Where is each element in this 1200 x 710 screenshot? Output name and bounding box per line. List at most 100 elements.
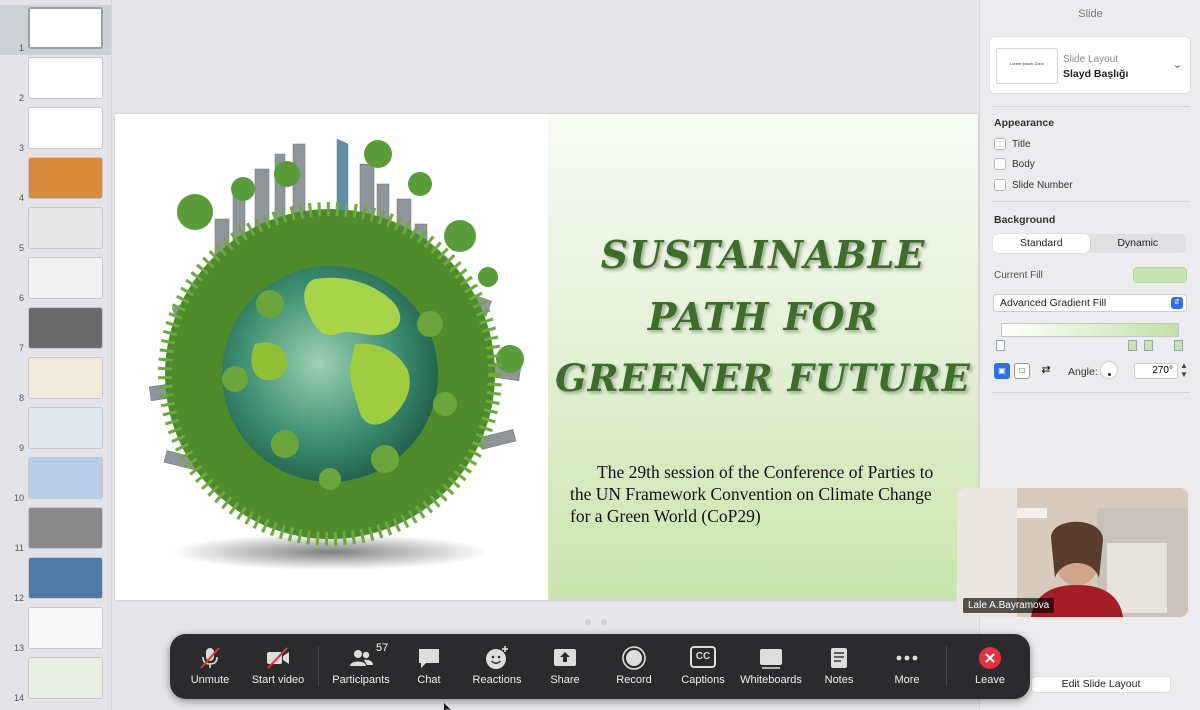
captions-icon: CC (690, 646, 716, 668)
layout-thumbnail: Lorem Ipsum Dolor (996, 48, 1058, 84)
more-dots-icon (896, 655, 918, 661)
close-icon (979, 647, 1001, 669)
body-checkbox-label: Body (1012, 158, 1035, 170)
camera-off-icon (267, 647, 289, 669)
inspector-title: Slide (1078, 8, 1103, 20)
slide-thumbnail-image (28, 607, 103, 649)
slide-thumbnail-image (28, 7, 103, 49)
edit-slide-layout-button[interactable]: Edit Slide Layout (1031, 676, 1171, 693)
slide-subtitle-line-2[interactable]: the UN Framework Convention on Climate C… (570, 484, 960, 505)
gradient-stop-handle[interactable] (1128, 340, 1137, 351)
slide-1[interactable]: SUSTAINABLE PATH FOR GREENER FUTURE The … (115, 114, 978, 600)
slide-thumbnail-image (28, 557, 103, 599)
notes-button[interactable]: Notes (815, 634, 863, 699)
background-label: Background (994, 214, 1056, 226)
slide-thumbnail[interactable]: 13 (0, 605, 111, 655)
checkbox-icon[interactable] (994, 158, 1006, 170)
gradient-stop-handle[interactable] (1144, 340, 1153, 351)
record-label: Record (616, 674, 652, 686)
captions-button[interactable]: CC Captions (675, 634, 731, 699)
slide-title-line-1[interactable]: SUSTAINABLE (548, 232, 978, 277)
angle-field[interactable]: 270° (1134, 363, 1178, 379)
slide-thumbnail[interactable]: 10 (0, 455, 111, 505)
slide-thumbnail[interactable]: 14 (0, 655, 111, 705)
slide-thumbnail[interactable]: 2 (0, 55, 111, 105)
reactions-button[interactable]: Reactions (466, 634, 528, 699)
unmute-label: Unmute (190, 674, 230, 686)
chevron-down-icon[interactable]: ⌄ (1173, 58, 1182, 71)
slide-title-line-3[interactable]: GREENER FUTURE (548, 356, 978, 400)
angle-knob[interactable] (1100, 361, 1118, 379)
slide-layout-picker[interactable]: Lorem Ipsum Dolor Slide Layout Slayd Baş… (989, 36, 1191, 94)
smiley-plus-icon (486, 646, 508, 669)
more-label: More (894, 674, 920, 686)
checkbox-icon[interactable] (994, 138, 1006, 150)
slide-thumbnail[interactable]: 7 (0, 305, 111, 355)
slide-subtitle-line-3[interactable]: for a Green World (CoP29) (570, 506, 960, 527)
stop-color-icon[interactable]: ▣ (994, 363, 1010, 379)
record-button[interactable]: Record (608, 634, 660, 699)
share-button[interactable]: Share (540, 634, 590, 699)
more-button[interactable]: More (883, 634, 931, 699)
unmute-button[interactable]: Unmute (180, 634, 240, 699)
standard-tab[interactable]: Standard (993, 234, 1090, 253)
angle-stepper-icon[interactable]: ▲ ▼ (1180, 361, 1188, 379)
participants-button[interactable]: 57 Participants (325, 634, 397, 699)
leave-button[interactable]: Leave (965, 634, 1015, 699)
slide-thumbnail-image (28, 457, 103, 499)
participant-video-tile[interactable]: Lale A.Bayramova (957, 488, 1188, 617)
slide-layout-value: Slayd Başlığı (1063, 68, 1129, 80)
divider (992, 201, 1190, 202)
divider (992, 392, 1190, 393)
slide-thumbnail-image (28, 157, 103, 199)
slide-thumbnail-image (28, 57, 103, 99)
slide-thumbnail-image (28, 257, 103, 299)
fill-type-select[interactable]: Advanced Gradient Fill ⇵ (993, 294, 1187, 312)
participant-name: Lale A.Bayramova (963, 598, 1055, 613)
slide-thumbnail[interactable]: 11 (0, 505, 111, 555)
background-mode-segmented: Standard Dynamic (993, 234, 1186, 253)
whiteboards-button[interactable]: Whiteboards (737, 634, 805, 699)
chat-button[interactable]: Chat (404, 634, 454, 699)
divider (992, 106, 1190, 107)
gradient-stop-handle[interactable] (1174, 340, 1183, 351)
participants-label: Participants (332, 674, 390, 686)
body-checkbox[interactable]: Body (994, 158, 1035, 170)
swap-icon[interactable]: ⇄ (1038, 363, 1054, 379)
slide-thumbnail[interactable]: 8 (0, 355, 111, 405)
fill-type-value: Advanced Gradient Fill (1000, 297, 1107, 309)
gradient-stop-handle[interactable] (996, 340, 1005, 351)
slide-thumbnail-number: 5 (18, 243, 24, 253)
slide-number-checkbox-label: Slide Number (1012, 179, 1073, 191)
participants-icon (350, 650, 373, 666)
stop-color-icon[interactable]: □ (1014, 363, 1030, 379)
chat-label: Chat (417, 674, 441, 686)
slide-thumbnail[interactable]: 12 (0, 555, 111, 605)
slide-thumbnail[interactable]: 4 (0, 155, 111, 205)
current-fill-swatch[interactable] (1133, 267, 1187, 283)
slide-thumbnail-number: 14 (13, 693, 24, 703)
checkbox-icon[interactable] (994, 179, 1006, 191)
slide-thumbnail[interactable]: 6 (0, 255, 111, 305)
slide-thumbnail-image (28, 307, 103, 349)
slide-thumbnail[interactable]: 1 (0, 5, 111, 55)
start-video-button[interactable]: Start video (245, 634, 311, 699)
title-panel: SUSTAINABLE PATH FOR GREENER FUTURE The … (548, 114, 978, 600)
slide-canvas: SUSTAINABLE PATH FOR GREENER FUTURE The … (113, 0, 979, 710)
slide-thumbnail[interactable]: 5 (0, 205, 111, 255)
slide-thumbnail[interactable]: 9 (0, 405, 111, 455)
record-icon (622, 646, 646, 670)
slide-thumbnail-rail: 1 2 3 4 5 6 7 8 9 10 11 12 13 14 (0, 0, 112, 710)
slide-title-line-2[interactable]: PATH FOR (548, 294, 978, 339)
title-checkbox[interactable]: Title (994, 138, 1031, 150)
slide-number-checkbox[interactable]: Slide Number (994, 179, 1073, 191)
slide-thumbnail-image (28, 357, 103, 399)
dynamic-tab[interactable]: Dynamic (1090, 234, 1187, 253)
notes-icon (831, 648, 847, 668)
gradient-bar[interactable] (1001, 323, 1179, 337)
chat-icon (419, 649, 439, 668)
slide-thumbnail[interactable]: 3 (0, 105, 111, 155)
title-checkbox-label: Title (1012, 138, 1031, 150)
slide-thumbnail-number: 12 (13, 593, 24, 603)
slide-subtitle-line-1[interactable]: The 29th session of the Conference of Pa… (570, 462, 960, 483)
